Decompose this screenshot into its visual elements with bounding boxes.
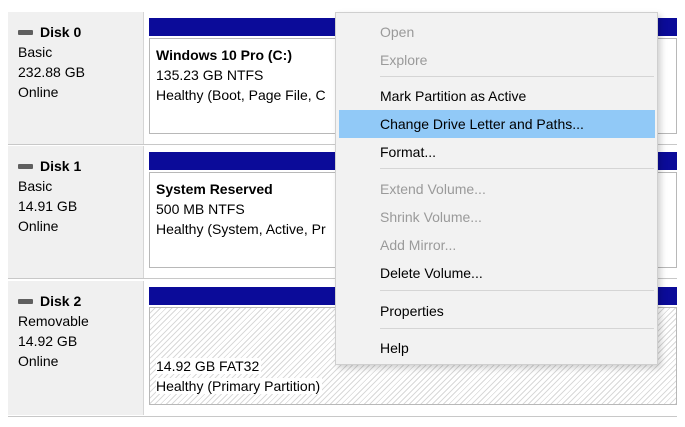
disk-status: Online xyxy=(18,218,59,234)
disk-status: Online xyxy=(18,353,59,369)
disk-info-0[interactable]: Disk 0 Basic 232.88 GB Online xyxy=(8,12,144,144)
menu-item-shrink-volume[interactable]: Shrink Volume... xyxy=(339,203,655,231)
partition-fs: 14.92 GB FAT32 xyxy=(156,358,262,374)
disk-type: Basic xyxy=(18,178,53,194)
disk-name: Disk 2 xyxy=(40,293,82,309)
row-separator xyxy=(8,416,677,417)
disk-name: Disk 1 xyxy=(40,158,82,174)
menu-item-explore[interactable]: Explore xyxy=(339,46,655,74)
menu-item-open[interactable]: Open xyxy=(339,18,655,46)
disk-size: 232.88 GB xyxy=(18,64,85,80)
menu-item-add-mirror[interactable]: Add Mirror... xyxy=(339,231,655,259)
menu-separator xyxy=(380,328,654,329)
disk-status: Online xyxy=(18,84,59,100)
partition-health: Healthy (Primary Partition) xyxy=(156,378,323,394)
menu-item-properties[interactable]: Properties xyxy=(339,297,655,325)
disk-type: Basic xyxy=(18,44,53,60)
disk-info-2[interactable]: Disk 2 Removable 14.92 GB Online xyxy=(8,281,144,415)
menu-separator xyxy=(380,290,654,291)
disk-icon xyxy=(18,298,33,304)
disk-icon xyxy=(18,163,33,169)
menu-separator xyxy=(380,76,654,77)
menu-separator xyxy=(380,168,654,169)
menu-item-extend-volume[interactable]: Extend Volume... xyxy=(339,175,655,203)
disk-type: Removable xyxy=(18,313,89,329)
disk-name: Disk 0 xyxy=(40,24,82,40)
disk-info-1[interactable]: Disk 1 Basic 14.91 GB Online xyxy=(8,146,144,278)
menu-item-help[interactable]: Help xyxy=(339,334,655,362)
disk-size: 14.91 GB xyxy=(18,198,78,214)
menu-item-change-drive-letter[interactable]: Change Drive Letter and Paths... xyxy=(339,110,655,138)
disk-icon xyxy=(18,29,33,35)
menu-item-mark-active[interactable]: Mark Partition as Active xyxy=(339,82,655,110)
menu-item-format[interactable]: Format... xyxy=(339,138,655,166)
menu-item-delete-volume[interactable]: Delete Volume... xyxy=(339,259,655,287)
disk-size: 14.92 GB xyxy=(18,333,78,349)
context-menu: Open Explore Mark Partition as Active Ch… xyxy=(335,12,658,365)
